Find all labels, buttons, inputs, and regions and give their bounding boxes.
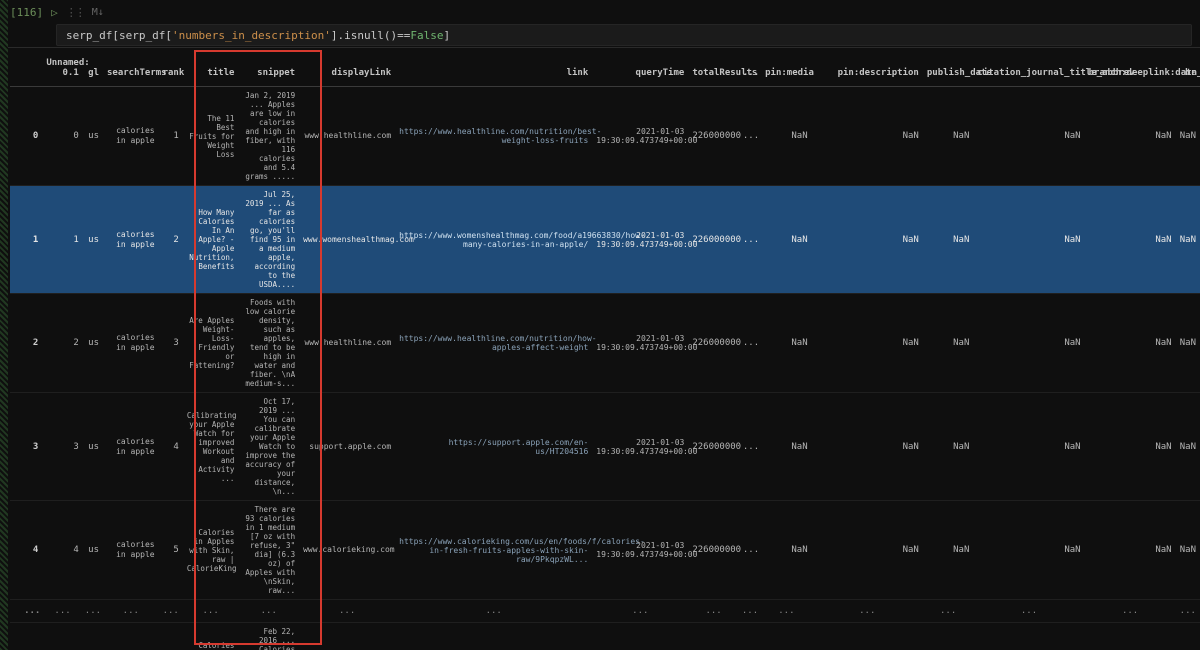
col-snippet: snippet [238, 50, 299, 87]
col-index [10, 50, 42, 87]
markdown-toggle[interactable]: M↓ [92, 7, 104, 18]
table-row[interactable]: 22uscalories in apple3Are Apples Weight-… [10, 294, 1200, 393]
col-citation: citation_journal_title_abbrev [973, 50, 1084, 87]
table-row[interactable]: 8905985uscalories in pitanga6Calories in… [10, 623, 1200, 650]
col-gl: gl [83, 50, 103, 87]
output-dataframe: Unnamed: 0.1 gl searchTerms rank title s… [10, 50, 1200, 650]
col-searchTerms: searchTerms [103, 50, 159, 87]
col-rank: rank [159, 50, 183, 87]
col-pin-description: pin:description [812, 50, 923, 87]
table-row[interactable]: 44uscalories in apple5Calories in Apples… [10, 501, 1200, 600]
table-header-row: Unnamed: 0.1 gl searchTerms rank title s… [10, 50, 1200, 87]
col-link: link [395, 50, 592, 87]
drag-handle-icon[interactable]: ⋮⋮ [66, 6, 84, 19]
col-publish-date: publish_date [923, 50, 974, 87]
col-unnamed: Unnamed: 0.1 [42, 50, 82, 87]
cell-toolbar: [116] ▷ ⋮⋮ M↓ [10, 6, 1192, 19]
gutter-stripe [0, 0, 8, 650]
table-row[interactable]: 00uscalories in apple1The 11 Best Fruits… [10, 87, 1200, 186]
ellipsis-row: ........................................… [10, 600, 1200, 623]
col-totalResults: totalResults [688, 50, 739, 87]
col-pin-media: pin:media [761, 50, 812, 87]
col-title: title [183, 50, 239, 87]
code-input[interactable]: serp_df [ serp_df [ 'numbers_in_descript… [56, 24, 1192, 46]
table-row[interactable]: 11uscalories in apple2How Many Calories … [10, 186, 1200, 294]
exec-count-label: [116] [10, 6, 43, 19]
col-ellipsis: ... [739, 50, 761, 87]
cell-divider [8, 47, 1200, 48]
col-queryTime: queryTime [592, 50, 688, 87]
play-icon[interactable]: ▷ [51, 6, 58, 19]
col-displayLink: displayLink [299, 50, 395, 87]
col-branch: branch:deeplink:data_type [1085, 50, 1176, 87]
dataframe-table: Unnamed: 0.1 gl searchTerms rank title s… [10, 50, 1200, 650]
table-row[interactable]: 33uscalories in apple4Calibrating your A… [10, 393, 1200, 501]
